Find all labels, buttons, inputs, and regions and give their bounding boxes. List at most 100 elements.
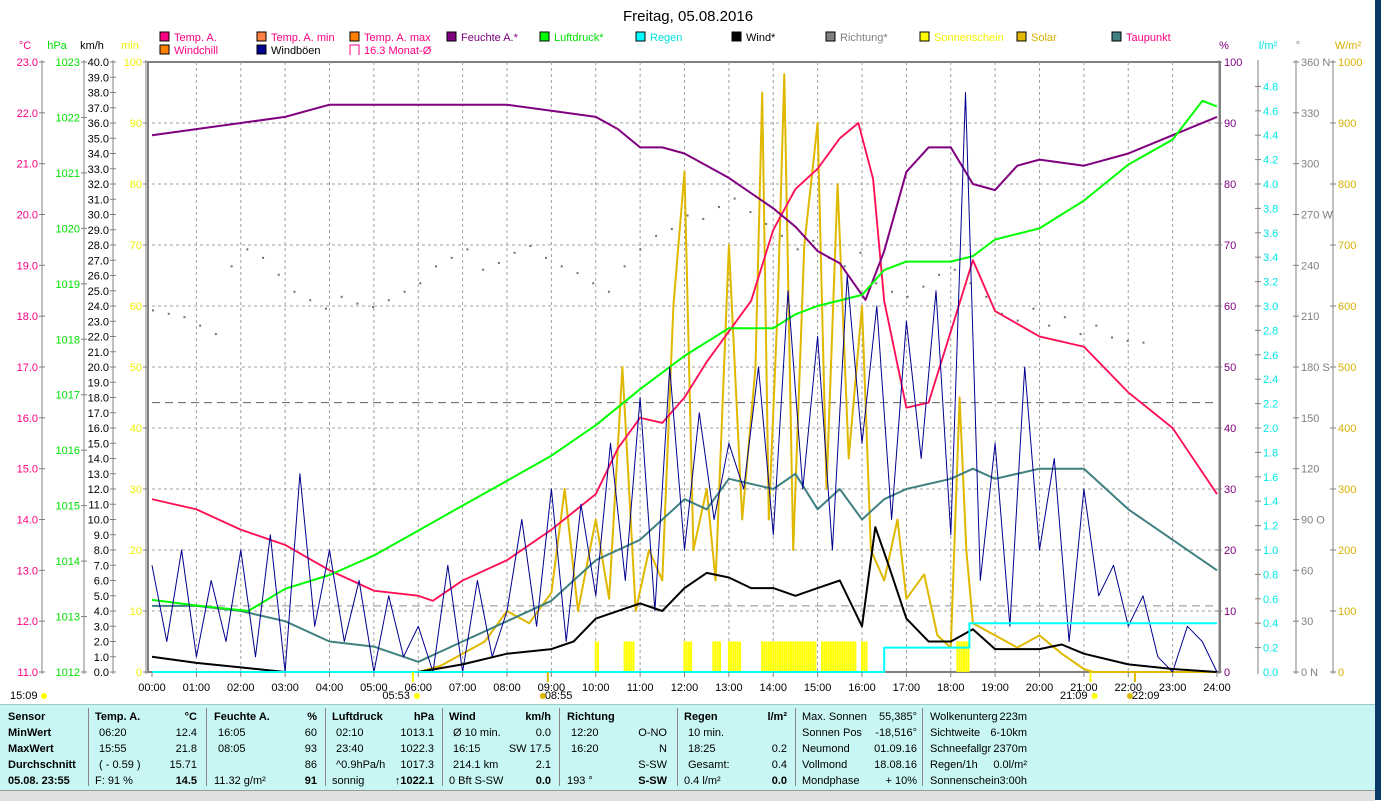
- direction-dot: [560, 265, 563, 268]
- axis-tick-label: 8.0: [94, 545, 109, 557]
- x-tick-label: 20:00: [1026, 682, 1054, 694]
- axis-tick-label: 28.0: [88, 240, 109, 252]
- direction-dot: [890, 290, 893, 293]
- legend-swatch: [825, 31, 836, 42]
- axis-tick-label: 90: [130, 118, 142, 130]
- cell-value: 0.0: [535, 727, 551, 739]
- axis-kmh: km/h 0.0 1.0 2.0 3.0 4.0 5.0 6.0 7.0 8.0 9.0 10.0 11…: [80, 40, 116, 679]
- legend-item: Taupunkt: [1111, 31, 1171, 44]
- window-border: [1375, 0, 1381, 800]
- direction-dot: [529, 245, 532, 247]
- axis-tick-label: 300: [1301, 159, 1319, 171]
- axis-tick-label: 80: [130, 179, 142, 191]
- direction-dot: [277, 273, 280, 276]
- axis-tick-label: 50: [1224, 362, 1236, 374]
- axis-tick-label: 0.4: [1263, 618, 1278, 630]
- axis-tick-label: 5.0: [94, 591, 109, 603]
- status-bar: [0, 790, 1375, 801]
- axis-tick-label: 34.0: [88, 149, 109, 161]
- cell-value: SW 17.5: [508, 743, 551, 755]
- legend-label: 16.3 Monat-Ø: [364, 45, 432, 57]
- x-tick-label: 18:00: [937, 682, 965, 694]
- column-unit: %: [307, 711, 317, 723]
- axis-unit: hPa: [47, 40, 67, 52]
- direction-dot: [356, 302, 359, 305]
- column-divider: [325, 708, 326, 786]
- direction-dot: [875, 282, 878, 285]
- legend-item: Regen: [635, 31, 682, 44]
- legend-label: Regen: [650, 32, 682, 44]
- cell-value: 1022.3: [400, 743, 434, 755]
- column-unit: l/m²: [767, 711, 787, 723]
- x-tick-label: 16:00: [848, 682, 876, 694]
- axis-tick-label: 39.0: [88, 72, 109, 84]
- direction-dot: [859, 251, 862, 254]
- axis-tick-label: 10.0: [88, 515, 109, 527]
- x-tick-label: 04:00: [316, 682, 344, 694]
- sensor-row-label: MinWert: [8, 727, 52, 739]
- sensor-row-label: 05.08. 23:55: [8, 775, 70, 787]
- direction-dot: [592, 282, 595, 285]
- axis-unit: l/m²: [1259, 40, 1278, 52]
- direction-dot: [340, 295, 343, 298]
- axis-tick-label: 20: [130, 545, 142, 557]
- direction-dot: [843, 265, 846, 268]
- direction-dot: [953, 268, 956, 271]
- direction-dot: [906, 295, 909, 298]
- axis-tick-label: 50: [130, 362, 142, 374]
- cell-value: O-NO: [638, 727, 667, 739]
- cell-label: 10 min.: [688, 727, 725, 739]
- chart-title: Freitag, 05.08.2016: [623, 8, 753, 25]
- axis-tick-label: 7.0: [94, 560, 109, 572]
- direction-dot: [733, 197, 736, 200]
- direction-dot: [262, 256, 265, 259]
- axis-wm2: W/m² 0 100 200 300 400 500 600 700 800 900 1000: [1330, 40, 1362, 679]
- axis-tick-label: 70: [1224, 240, 1236, 252]
- column-divider: [88, 708, 89, 786]
- column-divider: [442, 708, 443, 786]
- direction-dot: [717, 206, 720, 209]
- axis-tick-label: 900: [1338, 118, 1356, 130]
- legend-swatch: [349, 31, 360, 42]
- axis-tick-label: 13.0: [17, 565, 38, 577]
- axis-tick-label: 14.0: [17, 515, 38, 527]
- axis-tick-label: 3.0: [94, 621, 109, 633]
- axis-tick-label: 1.2: [1263, 521, 1278, 533]
- axis-tick-label: 33.0: [88, 164, 109, 176]
- direction-dot: [639, 248, 642, 251]
- direction-dot: [167, 312, 170, 315]
- direction-dot: [246, 248, 249, 251]
- axis-temp: °C 11.0 12.0 13.0 14.0 15.0 16.0 17.0 18.0 19.0 20…: [17, 40, 45, 679]
- axis-tick-label: 40: [1224, 423, 1236, 435]
- sun-value: 18.08.16: [874, 759, 917, 771]
- legend-item: Solar: [1016, 31, 1057, 44]
- axis-tick-label: 22.0: [88, 332, 109, 344]
- legend-label: Windchill: [174, 45, 218, 57]
- axis-tick-label: 40: [130, 423, 142, 435]
- cell-value: 93: [304, 743, 317, 755]
- axis-tick-label: 23.0: [17, 57, 38, 69]
- axis-tick-label: 26.0: [88, 271, 109, 283]
- axis-tick-label: 1023: [56, 57, 80, 69]
- direction-dot: [434, 265, 437, 268]
- axis-tick-label: 18.0: [17, 311, 38, 323]
- sun-icon: [41, 693, 47, 699]
- axis-tick-label: 100: [1224, 57, 1242, 69]
- direction-dot: [545, 256, 548, 259]
- axis-tick-label: 240: [1301, 260, 1319, 272]
- sensor-row-label: MaxWert: [8, 743, 54, 755]
- x-tick-label: 12:00: [671, 682, 699, 694]
- sensor-row-label: Sensor: [8, 711, 46, 723]
- legend-item: Temp. A. min: [256, 31, 335, 44]
- axis-tick-label: 500: [1338, 362, 1356, 374]
- axis-tick-label: 150: [1301, 413, 1319, 425]
- axis-tick-label: 0.2: [1263, 643, 1278, 655]
- misc-value: 223m: [999, 711, 1027, 723]
- legend: Temp. A. Temp. A. min Temp. A. max Feuchte …: [159, 31, 1171, 57]
- cell-value: 21.8: [175, 743, 197, 755]
- axis-tick-label: 3.0: [1263, 301, 1278, 313]
- legend-label: Richtung*: [840, 32, 888, 44]
- x-tick-label: 11:00: [627, 682, 654, 694]
- cell-value: 86: [304, 759, 317, 771]
- direction-dot: [183, 316, 186, 319]
